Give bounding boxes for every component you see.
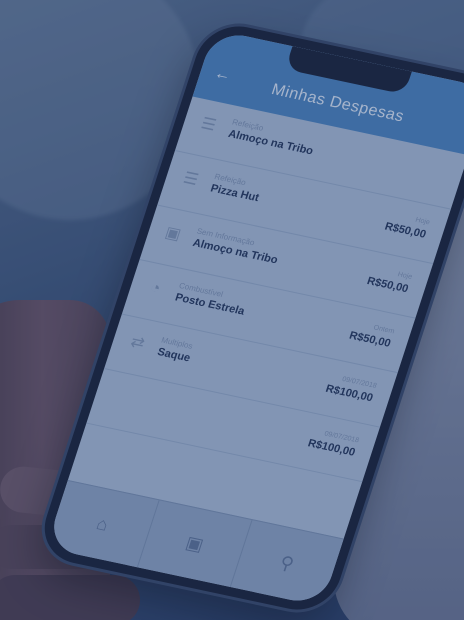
expense-name: Almoço na Tribo [226, 128, 315, 158]
transfer-icon: ⇄ [128, 333, 147, 353]
camera-icon: ▣ [183, 531, 207, 555]
expense-name: Pizza Hut [208, 182, 261, 205]
left-finger [0, 575, 140, 620]
expense-date: Hoje [414, 216, 431, 227]
expense-date: Hoje [396, 271, 413, 281]
wallet-icon: ▣ [162, 224, 184, 244]
utensils-icon: ☰ [198, 115, 219, 135]
fuel-gauge-icon: ◔ [147, 279, 163, 298]
tab-search[interactable]: ⚲ [230, 520, 343, 606]
home-icon: ⌂ [94, 512, 111, 535]
expense-date: Ontem [372, 324, 396, 336]
search-icon: ⚲ [277, 551, 297, 574]
utensils-icon: ☰ [181, 169, 201, 190]
